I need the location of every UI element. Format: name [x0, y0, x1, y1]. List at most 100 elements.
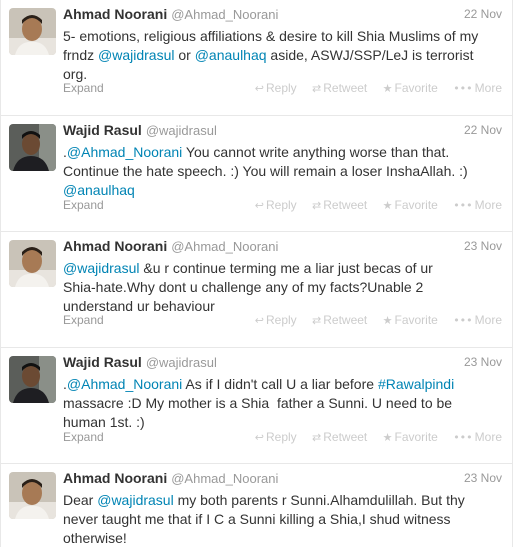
mention-link[interactable]: @Ahmad_Noorani [67, 144, 182, 160]
more-button[interactable]: ••• More [453, 81, 502, 95]
avatar-ahmad-noorani[interactable] [9, 240, 56, 287]
tweet-author-handle[interactable]: @wajidrasul [146, 355, 217, 370]
tweet-text-span: or [174, 47, 195, 63]
mention-link[interactable]: @Ahmad_Noorani [67, 376, 182, 392]
more-button[interactable]: ••• More [453, 430, 502, 444]
retweet-label: Retweet [323, 81, 368, 95]
retweet-label: Retweet [323, 430, 368, 444]
tweet-actions: ↩ Reply ⇄ Retweet ★ Favorite ••• More [243, 313, 502, 327]
tweet-text-span: my both parents r Sunni.Alhamdulillah. B… [173, 492, 465, 508]
tweet-line: Dear @wajidrasul my both parents r Sunni… [63, 491, 502, 510]
reply-button[interactable]: ↩ Reply [255, 313, 297, 327]
reply-label: Reply [265, 313, 297, 327]
mention-link[interactable]: @wajidrasul [63, 260, 139, 276]
tweet-item[interactable]: Ahmad Noorani @Ahmad_Noorani 23 Nov @waji… [1, 232, 512, 348]
reply-label: Reply [265, 430, 297, 444]
tweet-line: frndz @wajidrasul or @anaulhaq aside, AS… [63, 46, 502, 65]
retweet-icon: ⇄ [312, 199, 322, 212]
avatar-ahmad-noorani[interactable] [9, 472, 56, 519]
mention-link[interactable]: @anaulhaq [195, 47, 267, 63]
retweet-button[interactable]: ⇄ Retweet [312, 81, 367, 95]
retweet-button[interactable]: ⇄ Retweet [312, 313, 367, 327]
tweet-author-handle[interactable]: @Ahmad_Noorani [171, 239, 278, 254]
expand-link[interactable]: Expand [63, 81, 104, 95]
retweet-button[interactable]: ⇄ Retweet [312, 430, 367, 444]
reply-button[interactable]: ↩ Reply [255, 81, 297, 95]
ellipsis-icon: ••• [453, 82, 473, 95]
more-label: More [474, 430, 502, 444]
favorite-button[interactable]: ★ Favorite [383, 81, 438, 95]
favorite-label: Favorite [394, 81, 438, 95]
favorite-button[interactable]: ★ Favorite [383, 430, 438, 444]
reply-label: Reply [265, 198, 297, 212]
tweet-text-span: Dear [63, 492, 98, 508]
ellipsis-icon: ••• [453, 199, 473, 212]
tweet-text-span: understand ur behaviour [63, 298, 215, 314]
tweet-author-handle[interactable]: @Ahmad_Noorani [171, 471, 278, 486]
more-label: More [474, 313, 502, 327]
reply-button[interactable]: ↩ Reply [255, 430, 297, 444]
star-icon: ★ [382, 314, 393, 327]
tweet-item[interactable]: Ahmad Noorani @Ahmad_Noorani 23 Nov Dear … [1, 464, 512, 547]
tweet-text: Dear @wajidrasul my both parents r Sunni… [63, 491, 502, 547]
tweet-text-span: otherwise! [63, 530, 127, 546]
star-icon: ★ [382, 82, 393, 95]
expand-link[interactable]: Expand [63, 198, 104, 212]
avatar-wajid-rasul[interactable] [9, 124, 56, 171]
tweet-text: 5- emotions, religious affiliations & de… [63, 27, 502, 84]
mention-link[interactable]: @wajidrasul [97, 492, 173, 508]
tweet-text: .@Ahmad_Noorani As if I didn't call U a … [63, 375, 502, 432]
more-button[interactable]: ••• More [453, 313, 502, 327]
avatar-ahmad-noorani[interactable] [9, 8, 56, 55]
tweet-item[interactable]: Wajid Rasul @wajidrasul 22 Nov .@Ahmad_No… [1, 116, 512, 232]
tweet-item[interactable]: Ahmad Noorani @Ahmad_Noorani 22 Nov 5- em… [1, 0, 512, 116]
tweet-text: @wajidrasul &u r continue terming me a l… [63, 259, 502, 316]
reply-button[interactable]: ↩ Reply [255, 198, 297, 212]
retweet-button[interactable]: ⇄ Retweet [312, 198, 367, 212]
retweet-label: Retweet [323, 198, 368, 212]
hashtag-link[interactable]: #Rawalpindi [378, 376, 454, 392]
tweet-line: Shia-hate.Why dont u challenge any of my… [63, 278, 502, 297]
tweet-line: otherwise! [63, 529, 502, 547]
mention-link[interactable]: @anaulhaq [63, 182, 135, 198]
tweet-line: 5- emotions, religious affiliations & de… [63, 27, 502, 46]
star-icon: ★ [382, 199, 393, 212]
tweet-text-span: 5- emotions, religious affiliations & de… [63, 28, 479, 44]
tweet-timestamp[interactable]: 23 Nov [464, 355, 502, 369]
tweet-text-span: You cannot write anything worse than tha… [182, 144, 450, 160]
ellipsis-icon: ••• [453, 431, 473, 444]
tweet-text-span: Continue the hate speech. :) You will re… [63, 163, 468, 179]
tweet-author-name[interactable]: Ahmad Noorani [63, 238, 167, 254]
tweet-timestamp[interactable]: 22 Nov [464, 7, 502, 21]
tweet-text-span: org. [63, 66, 88, 82]
tweet-author-handle[interactable]: @wajidrasul [146, 123, 217, 138]
reply-label: Reply [265, 81, 297, 95]
tweet-text-span: &u r continue terming me a liar just bec… [139, 260, 433, 276]
favorite-button[interactable]: ★ Favorite [383, 198, 438, 212]
tweet-author-name[interactable]: Wajid Rasul [63, 122, 142, 138]
reply-arrow-icon: ↩ [254, 199, 264, 212]
tweet-author-name[interactable]: Ahmad Noorani [63, 6, 167, 22]
tweet-author-handle[interactable]: @Ahmad_Noorani [171, 7, 278, 22]
expand-link[interactable]: Expand [63, 430, 104, 444]
reply-arrow-icon: ↩ [254, 431, 264, 444]
reply-arrow-icon: ↩ [254, 82, 264, 95]
tweet-actions: ↩ Reply ⇄ Retweet ★ Favorite ••• More [243, 198, 502, 212]
more-button[interactable]: ••• More [453, 198, 502, 212]
retweet-label: Retweet [323, 313, 368, 327]
tweet-timestamp[interactable]: 23 Nov [464, 471, 502, 485]
tweet-timestamp[interactable]: 23 Nov [464, 239, 502, 253]
tweet-timestamp[interactable]: 22 Nov [464, 123, 502, 137]
tweet-timeline: Ahmad Noorani @Ahmad_Noorani 22 Nov 5- em… [0, 0, 513, 547]
avatar-wajid-rasul[interactable] [9, 356, 56, 403]
tweet-item[interactable]: Wajid Rasul @wajidrasul 23 Nov .@Ahmad_No… [1, 348, 512, 464]
favorite-button[interactable]: ★ Favorite [383, 313, 438, 327]
tweet-text: .@Ahmad_Noorani You cannot write anythin… [63, 143, 502, 200]
mention-link[interactable]: @wajidrasul [98, 47, 174, 63]
tweet-author-name[interactable]: Ahmad Noorani [63, 470, 167, 486]
tweet-line: never taught me that if I C a Sunni kill… [63, 510, 502, 529]
tweet-author-name[interactable]: Wajid Rasul [63, 354, 142, 370]
expand-link[interactable]: Expand [63, 313, 104, 327]
retweet-icon: ⇄ [312, 431, 322, 444]
tweet-actions: ↩ Reply ⇄ Retweet ★ Favorite ••• More [243, 430, 502, 444]
